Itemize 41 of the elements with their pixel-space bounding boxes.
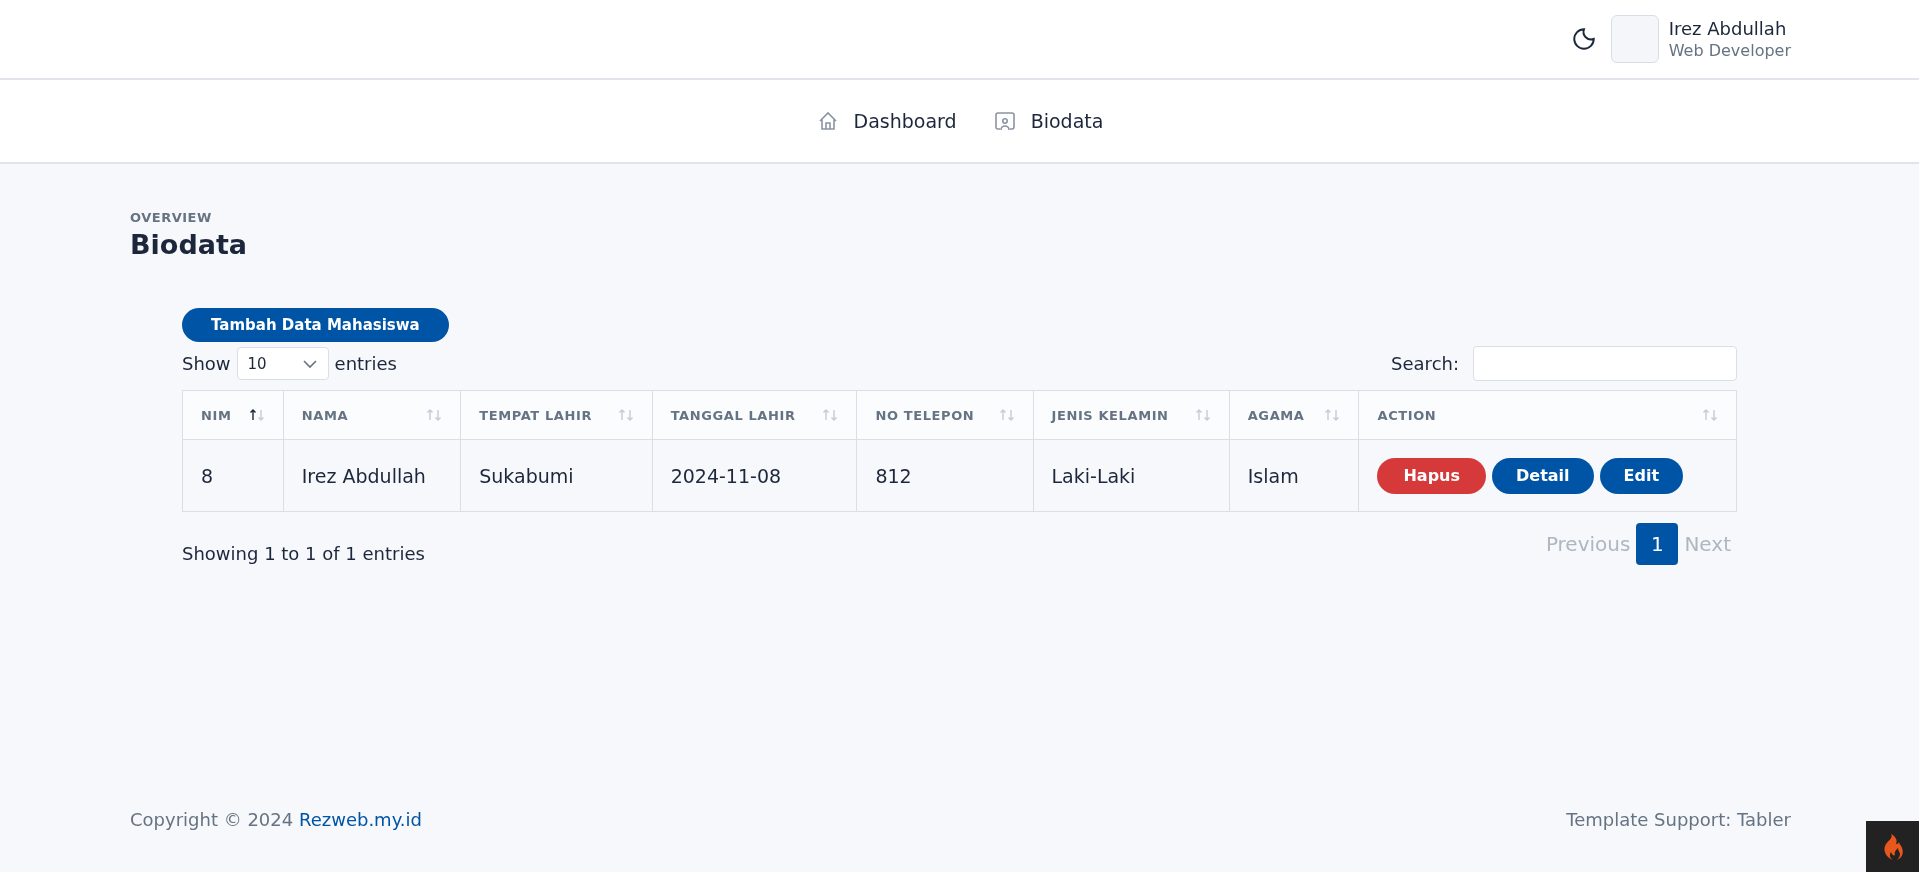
page-title: Biodata bbox=[130, 229, 249, 260]
table-cell: 2024-11-08 bbox=[652, 439, 857, 512]
sort-icon[interactable] bbox=[248, 408, 265, 422]
user-icon bbox=[992, 109, 1017, 133]
column-header[interactable]: JENIS KELAMIN bbox=[1051, 407, 1169, 423]
nav-link[interactable]: Dashboard bbox=[815, 109, 957, 133]
column-header[interactable]: NAMA bbox=[301, 407, 349, 423]
column-header[interactable]: AGAMA bbox=[1247, 407, 1305, 423]
column-header[interactable]: TEMPAT LAHIR bbox=[479, 407, 592, 423]
table-cell: Sukabumi bbox=[460, 439, 653, 512]
moon-icon[interactable] bbox=[1570, 26, 1597, 52]
table-cell: Laki-Laki bbox=[1033, 439, 1230, 512]
search-field[interactable] bbox=[1473, 346, 1737, 381]
support-text: Template Support: Tabler bbox=[1566, 809, 1791, 830]
delete-button[interactable]: Hapus bbox=[1377, 457, 1487, 494]
table-cell: 812 bbox=[856, 439, 1033, 512]
table-cell: Islam bbox=[1229, 439, 1359, 512]
column-header[interactable]: NIM bbox=[201, 407, 232, 423]
column-header[interactable]: TANGGAL LAHIR bbox=[670, 407, 796, 423]
user-name: Irez Abdullah bbox=[1668, 18, 1788, 39]
debug-badge[interactable] bbox=[1866, 821, 1919, 872]
action-button[interactable]: Detail bbox=[1492, 457, 1594, 494]
column-header[interactable]: ACTION bbox=[1377, 407, 1437, 423]
action-button[interactable]: Edit bbox=[1599, 457, 1684, 494]
user-role: Web Developer bbox=[1668, 41, 1791, 60]
table-cell: 8 bbox=[182, 439, 284, 512]
copyright-text: Copyright © 2024 bbox=[130, 809, 294, 830]
page-link[interactable]: 1 bbox=[1636, 523, 1679, 565]
page-pretitle: OVERVIEW bbox=[130, 210, 213, 225]
entries-label: entries bbox=[334, 353, 397, 374]
table-info: Showing 1 to 1 of 1 entries bbox=[182, 542, 425, 564]
chevron-icon bbox=[301, 358, 318, 369]
avatar[interactable] bbox=[1610, 15, 1659, 63]
show-label: Show bbox=[182, 353, 231, 374]
footer-link[interactable]: Rezweb.my.id bbox=[298, 809, 422, 830]
entries-select[interactable]: 10 bbox=[236, 347, 329, 380]
nav-link[interactable]: Biodata bbox=[992, 109, 1104, 133]
search-label: Search: bbox=[1391, 353, 1459, 374]
table-cell: Irez Abdullah bbox=[283, 439, 461, 512]
column-header[interactable]: NO TELEPON bbox=[875, 407, 975, 423]
add-button[interactable]: Tambah Data Mahasiswa bbox=[182, 308, 449, 342]
